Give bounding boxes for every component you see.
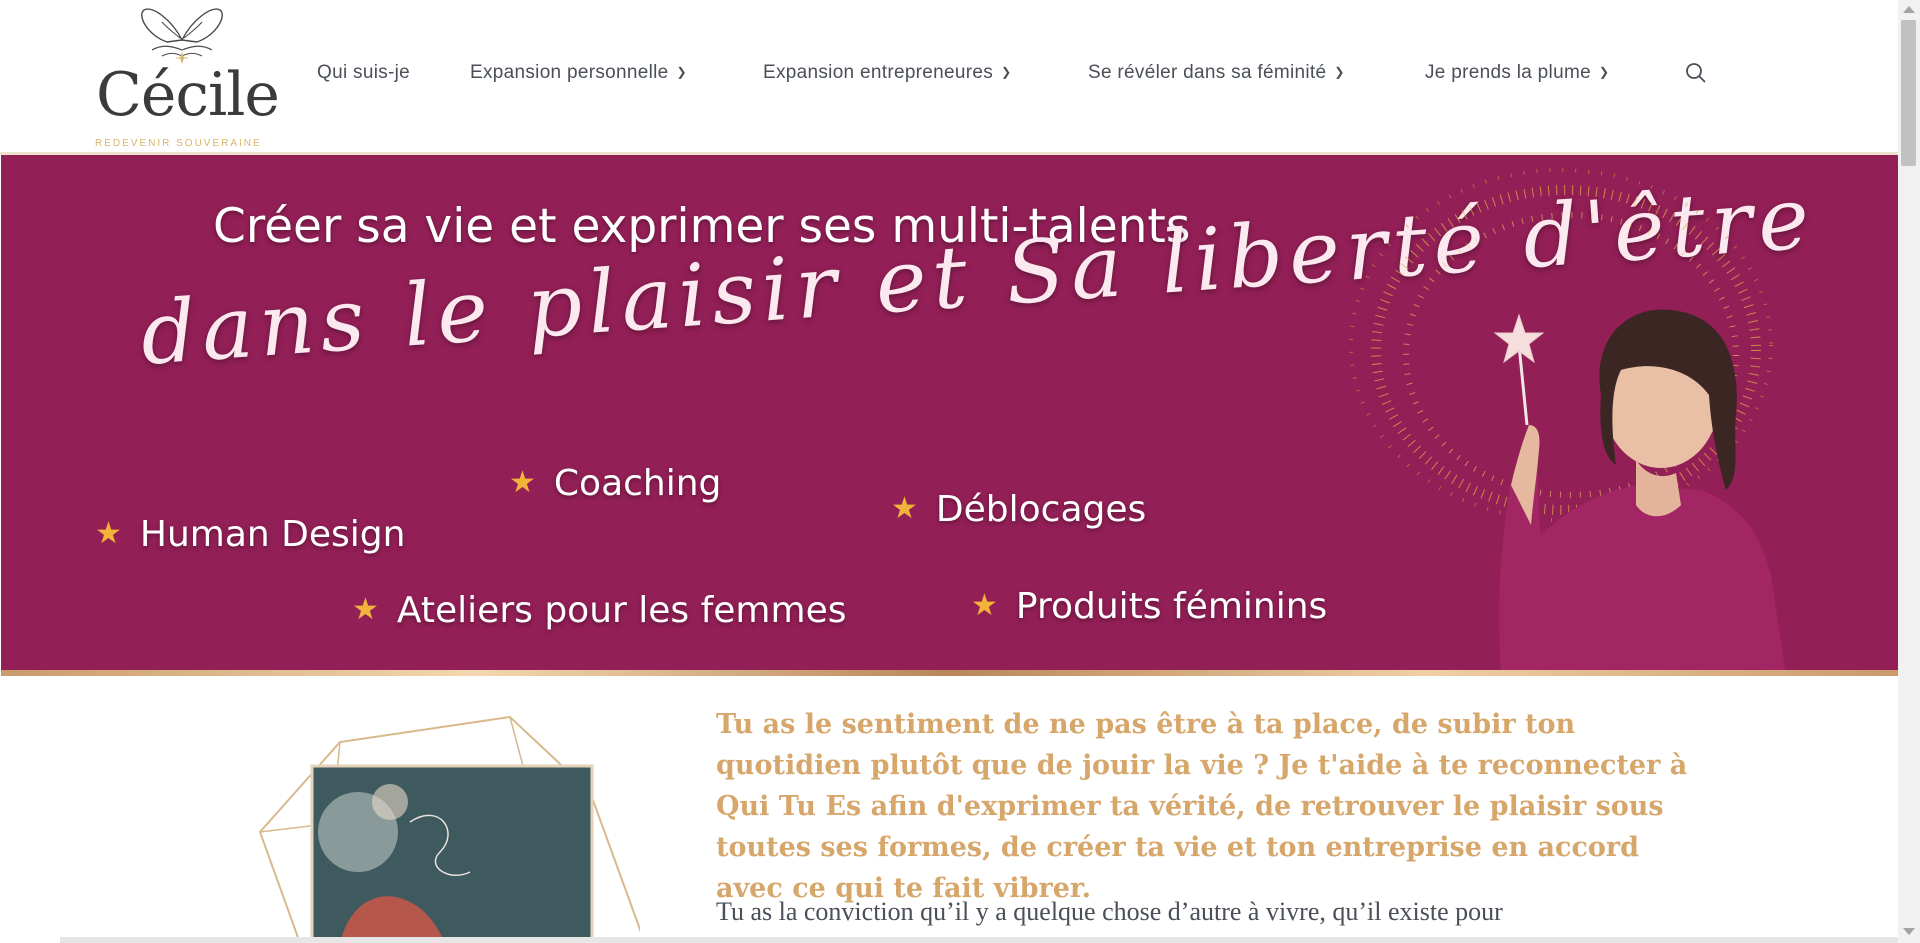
chevron-down-icon: ❯ (1334, 65, 1345, 79)
service-label: Human Design (139, 514, 406, 555)
service-label: Produits féminins (1015, 586, 1328, 627)
vertical-scrollbar[interactable] (1898, 0, 1920, 943)
site-logo[interactable]: Cécile REDEVENIR SOUVERAINE (92, 0, 280, 150)
nav-item-label: Qui suis-je (317, 62, 411, 83)
hero-banner: Créer sa vie et exprimer ses multi-talen… (1, 155, 1898, 675)
nav-item-expansion-personnelle[interactable]: Expansion personnelle ❯ (470, 62, 687, 84)
star-icon: ★ (509, 465, 536, 500)
nav-item-expansion-entrepreneures[interactable]: Expansion entrepreneures ❯ (763, 62, 1011, 84)
chevron-down-icon: ❯ (1001, 65, 1012, 79)
scrollbar-thumb[interactable] (1901, 20, 1916, 166)
logo-tagline: REDEVENIR SOUVERAINE (95, 138, 262, 149)
service-label: Déblocages (935, 489, 1147, 530)
geometric-frame-photo (258, 715, 640, 943)
intro-lead-text: Tu as le sentiment de ne pas être à ta p… (716, 709, 1688, 904)
chevron-down-icon: ❯ (1598, 65, 1610, 79)
service-human-design: ★ Human Design (95, 514, 405, 555)
butterfly-logo-icon (141, 8, 223, 64)
scroll-up-icon[interactable] (1903, 6, 1915, 13)
star-icon: ★ (352, 592, 379, 627)
search-icon[interactable] (1685, 62, 1707, 84)
service-coaching: ★ Coaching (509, 463, 721, 504)
star-icon: ★ (891, 491, 918, 526)
intro-body-text: Tu as la conviction qu’il y a quelque ch… (716, 897, 1503, 926)
star-icon: ★ (95, 516, 122, 551)
portrait-photo (1493, 309, 1786, 675)
service-label: Coaching (553, 463, 722, 504)
star-icon: ★ (971, 588, 998, 623)
nav-item-label: Se révéler dans sa féminité (1088, 62, 1327, 83)
hero-gold-border (1, 670, 1898, 676)
site-header: Cécile REDEVENIR SOUVERAINE Qui suis-je … (0, 0, 1898, 155)
scroll-down-icon[interactable] (1903, 928, 1915, 935)
nav-item-label: Expansion personnelle (470, 62, 669, 83)
logo-name: Cécile (96, 60, 280, 130)
horizontal-scrollbar[interactable] (60, 937, 1898, 943)
service-ateliers: ★ Ateliers pour les femmes (352, 590, 846, 631)
nav-item-label: Je prends la plume (1425, 62, 1591, 83)
service-label: Ateliers pour les femmes (396, 590, 847, 631)
service-deblocages: ★ Déblocages (891, 489, 1146, 530)
service-produits-feminins: ★ Produits féminins (971, 586, 1327, 627)
nav-item-se-reveler[interactable]: Se révéler dans sa féminité ❯ (1088, 62, 1345, 84)
chevron-down-icon: ❯ (676, 65, 687, 79)
nav-item-label: Expansion entrepreneures (763, 62, 994, 83)
nav-item-je-prends-la-plume[interactable]: Je prends la plume ❯ (1425, 62, 1609, 84)
nav-item-qui-suis-je[interactable]: Qui suis-je (317, 62, 410, 84)
